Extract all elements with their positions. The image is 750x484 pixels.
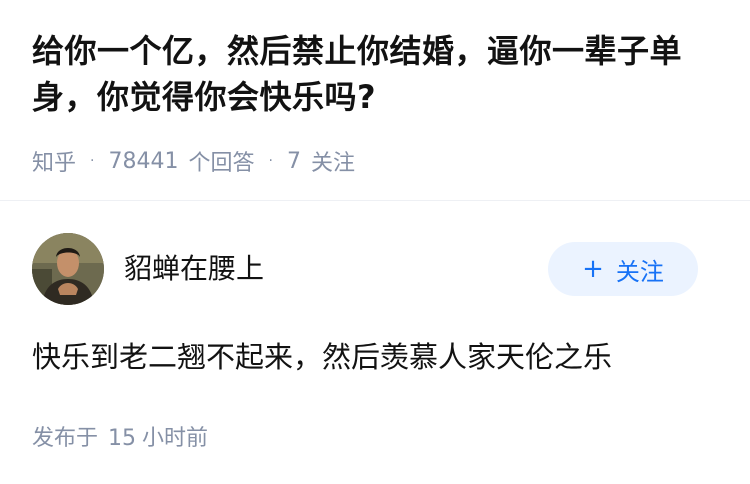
user-avatar-icon [32, 233, 104, 305]
publish-prefix: 发布于 [32, 426, 99, 451]
answer-count: 78441 [108, 148, 179, 174]
meta-separator: · [268, 153, 273, 169]
source-label[interactable]: 知乎 [32, 145, 76, 177]
publish-unit: 小时前 [142, 426, 209, 451]
question-meta: 知乎 · 78441 个回答 · 7 关注 [32, 145, 355, 177]
meta-separator: · [90, 153, 95, 169]
follow-count-label: 关注 [310, 151, 355, 176]
question-title[interactable]: 给你一个亿，然后禁止你结婚，逼你一辈子单身，你觉得你会快乐吗? [32, 28, 722, 120]
follow-count: 7 [286, 148, 301, 174]
answer-card: 给你一个亿，然后禁止你结婚，逼你一辈子单身，你觉得你会快乐吗? 知乎 · 784… [0, 0, 750, 484]
answer-count-label: 个回答 [188, 151, 255, 176]
follow-button[interactable]: + 关注 [548, 242, 698, 296]
publish-value: 15 [108, 426, 137, 451]
section-divider [0, 200, 750, 201]
author-name[interactable]: 貂蝉在腰上 [124, 249, 264, 289]
author-avatar[interactable] [32, 233, 104, 305]
plus-icon: + [582, 254, 604, 284]
publish-time: 发布于 15 小时前 [32, 420, 208, 452]
follow-button-label: 关注 [615, 257, 664, 286]
answer-content[interactable]: 快乐到老二翘不起来，然后羡慕人家天伦之乐 [32, 336, 612, 378]
